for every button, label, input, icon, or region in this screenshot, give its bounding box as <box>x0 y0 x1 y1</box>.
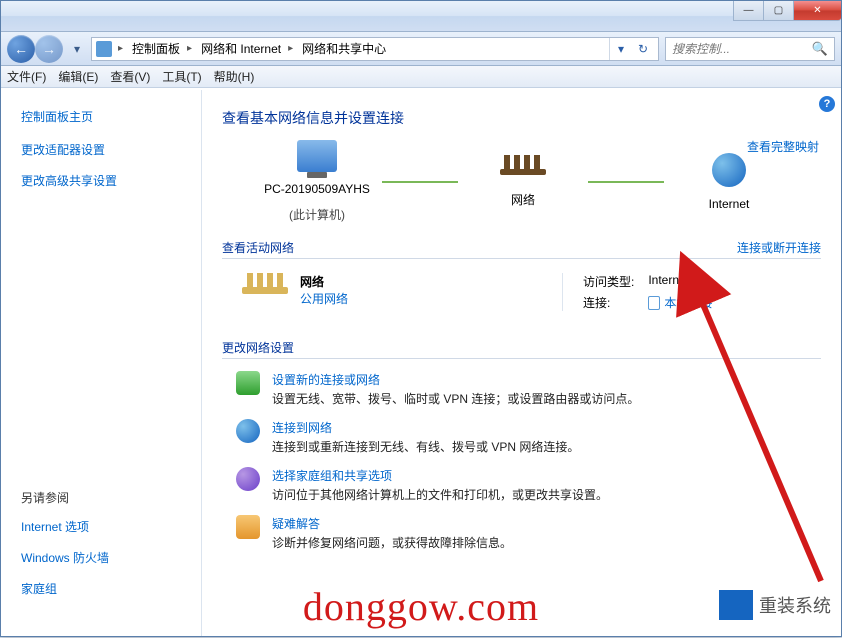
map-internet-label: Internet <box>709 197 750 211</box>
option-connect-network[interactable]: 连接到网络 连接到或重新连接到无线、有线、拨号或 VPN 网络连接。 <box>236 419 821 455</box>
network-options: 设置新的连接或网络 设置无线、宽带、拨号、临时或 VPN 连接；或设置路由器或访… <box>222 371 821 551</box>
address-dropdown-button[interactable]: ▾ <box>610 38 632 60</box>
option-new-connection[interactable]: 设置新的连接或网络 设置无线、宽带、拨号、临时或 VPN 连接；或设置路由器或访… <box>236 371 821 407</box>
adapter-icon <box>648 296 660 310</box>
homegroup-icon <box>236 467 260 491</box>
sidebar: 控制面板主页 更改适配器设置 更改高级共享设置 另请参阅 Internet 选项… <box>1 90 201 636</box>
sidebar-seealso-heading: 另请参阅 <box>21 489 189 506</box>
refresh-button[interactable]: ↻ <box>632 38 654 60</box>
active-network-left: 网络 公用网络 <box>242 273 542 311</box>
nav-history-dropdown[interactable]: ▾ <box>69 35 85 63</box>
access-type-value: Internet <box>648 273 712 290</box>
menubar: 文件(F) 编辑(E) 查看(V) 工具(T) 帮助(H) <box>1 66 841 88</box>
main-content: ? 查看基本网络信息并设置连接 查看完整映射 PC-20190509AYHS (… <box>201 90 841 636</box>
option-desc: 设置无线、宽带、拨号、临时或 VPN 连接；或设置路由器或访问点。 <box>272 390 639 407</box>
sidebar-homegroup[interactable]: 家庭组 <box>21 580 189 597</box>
help-icon[interactable]: ? <box>819 96 835 112</box>
search-box: 🔍 <box>665 37 835 61</box>
close-button[interactable]: ✕ <box>793 1 841 21</box>
map-node-internet[interactable]: Internet <box>664 153 794 211</box>
change-settings-heading: 更改网络设置 <box>222 339 821 359</box>
window: — ▢ ✕ ← → ▾ ▸ 控制面板 ▸ 网络和 Internet ▸ 网络 <box>0 0 842 637</box>
active-networks-heading: 查看活动网络 连接或断开连接 <box>222 239 821 259</box>
search-icon[interactable]: 🔍 <box>812 41 828 57</box>
option-title: 疑难解答 <box>272 515 512 532</box>
access-type-label: 访问类型: <box>583 273 634 290</box>
active-network-right: 访问类型: Internet 连接: 本地连接 <box>562 273 712 311</box>
change-settings-title: 更改网络设置 <box>222 341 294 355</box>
option-desc: 连接到或重新连接到无线、有线、拨号或 VPN 网络连接。 <box>272 438 579 455</box>
map-connector-icon <box>382 181 458 183</box>
connect-disconnect-link[interactable]: 连接或断开连接 <box>737 239 821 256</box>
chevron-icon[interactable]: ▸ <box>286 43 295 54</box>
network-icon <box>498 155 548 181</box>
menu-help[interactable]: 帮助(H) <box>214 68 255 85</box>
address-bar: ▸ 控制面板 ▸ 网络和 Internet ▸ 网络和共享中心 ▾ ↻ <box>91 37 659 61</box>
navbar: ← → ▾ ▸ 控制面板 ▸ 网络和 Internet ▸ 网络和共享中心 ▾ <box>1 32 841 66</box>
map-network-name: 网络 <box>511 191 535 208</box>
option-desc: 访问位于其他网络计算机上的文件和打印机，或更改共享设置。 <box>272 486 608 503</box>
connection-value: 本地连接 <box>664 294 712 311</box>
breadcrumb-control-panel[interactable]: 控制面板 <box>129 39 183 58</box>
breadcrumb-network-internet[interactable]: 网络和 Internet <box>198 39 284 58</box>
connect-network-icon <box>236 419 260 443</box>
map-pc-name: PC-20190509AYHS <box>264 182 370 196</box>
titlebar: — ▢ ✕ <box>1 1 841 32</box>
address-icon <box>96 41 112 57</box>
full-map-link[interactable]: 查看完整映射 <box>747 138 819 155</box>
map-connector-icon <box>588 181 664 183</box>
nav-back-button[interactable]: ← <box>7 35 35 63</box>
network-map: PC-20190509AYHS (此计算机) 网络 Internet <box>252 140 821 223</box>
page-title: 查看基本网络信息并设置连接 <box>222 108 821 128</box>
active-network-type-link[interactable]: 公用网络 <box>300 292 348 306</box>
active-networks-title: 查看活动网络 <box>222 241 294 255</box>
bench-icon <box>242 273 288 303</box>
sidebar-windows-firewall[interactable]: Windows 防火墙 <box>21 549 189 566</box>
maximize-button[interactable]: ▢ <box>763 1 793 21</box>
troubleshoot-icon <box>236 515 260 539</box>
chevron-icon[interactable]: ▸ <box>185 43 194 54</box>
option-title: 设置新的连接或网络 <box>272 371 639 388</box>
active-network-name: 网络 <box>300 273 348 290</box>
active-network-row: 网络 公用网络 访问类型: Internet 连接: 本地连接 <box>222 267 821 323</box>
option-desc: 诊断并修复网络问题，或获得故障排除信息。 <box>272 534 512 551</box>
option-homegroup[interactable]: 选择家庭组和共享选项 访问位于其他网络计算机上的文件和打印机，或更改共享设置。 <box>236 467 821 503</box>
breadcrumb-root-chevron[interactable]: ▸ <box>116 43 125 54</box>
local-connection-link[interactable]: 本地连接 <box>648 294 712 311</box>
globe-icon <box>712 153 746 187</box>
body: 控制面板主页 更改适配器设置 更改高级共享设置 另请参阅 Internet 选项… <box>1 90 841 636</box>
menu-file[interactable]: 文件(F) <box>7 68 46 85</box>
sidebar-advanced-sharing[interactable]: 更改高级共享设置 <box>21 172 189 189</box>
map-pc-sub: (此计算机) <box>289 206 345 223</box>
window-buttons: — ▢ ✕ <box>733 1 841 21</box>
search-input[interactable] <box>672 42 808 56</box>
option-troubleshoot[interactable]: 疑难解答 诊断并修复网络问题，或获得故障排除信息。 <box>236 515 821 551</box>
option-title: 连接到网络 <box>272 419 579 436</box>
menu-tools[interactable]: 工具(T) <box>162 68 201 85</box>
menu-view[interactable]: 查看(V) <box>110 68 150 85</box>
sidebar-internet-options[interactable]: Internet 选项 <box>21 518 189 535</box>
map-node-network[interactable]: 网络 <box>458 155 588 208</box>
map-node-this-pc[interactable]: PC-20190509AYHS (此计算机) <box>252 140 382 223</box>
option-title: 选择家庭组和共享选项 <box>272 467 608 484</box>
breadcrumb-sharing-center[interactable]: 网络和共享中心 <box>299 39 389 58</box>
sidebar-adapter-settings[interactable]: 更改适配器设置 <box>21 141 189 158</box>
computer-icon <box>297 140 337 172</box>
menu-edit[interactable]: 编辑(E) <box>58 68 98 85</box>
nav-forward-button[interactable]: → <box>35 35 63 63</box>
connection-label: 连接: <box>583 294 634 311</box>
new-connection-icon <box>236 371 260 395</box>
minimize-button[interactable]: — <box>733 1 763 21</box>
sidebar-home-link[interactable]: 控制面板主页 <box>21 108 189 125</box>
